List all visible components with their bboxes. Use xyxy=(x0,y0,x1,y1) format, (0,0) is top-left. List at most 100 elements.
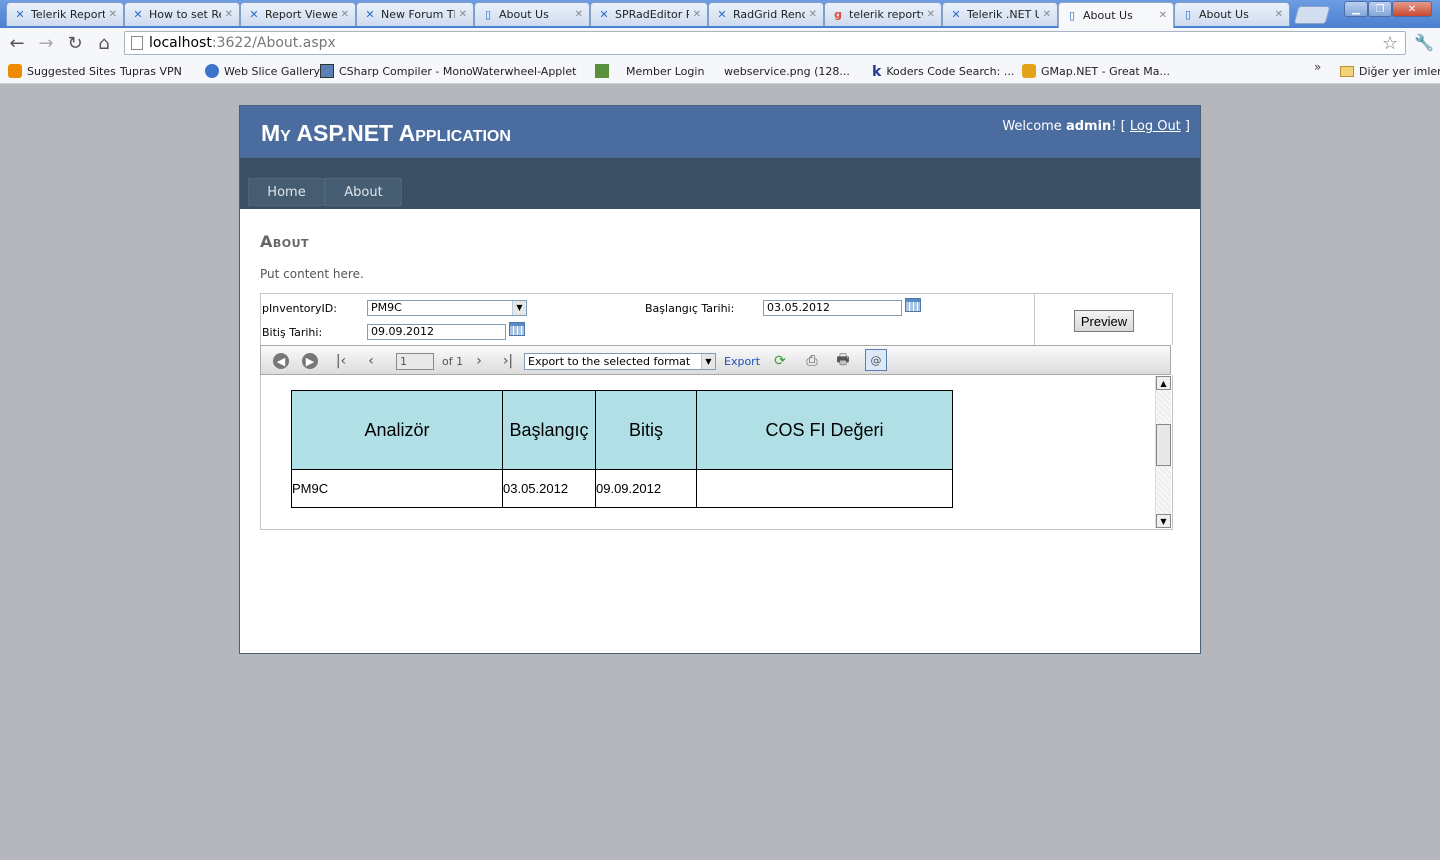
menu-item-home[interactable]: Home xyxy=(248,178,325,206)
parameters-divider xyxy=(1034,294,1035,346)
other-bookmarks[interactable]: Diğer yer imleri xyxy=(1340,63,1440,79)
export-link[interactable]: Export xyxy=(724,355,760,368)
start-date-label: Başlangıç Tarihi: xyxy=(645,302,735,315)
bookmark-item[interactable]: Tupras VPN xyxy=(120,63,370,182)
back-icon[interactable]: ◀ xyxy=(273,353,289,369)
close-icon[interactable]: ✕ xyxy=(693,9,701,20)
compiler-icon xyxy=(320,64,334,78)
koders-icon: k xyxy=(872,64,882,80)
browser-tab[interactable]: ✕ Report Viewer ✕ xyxy=(240,2,356,26)
main-menu: Home About xyxy=(240,158,1200,209)
table-cell: PM9C xyxy=(291,469,503,508)
bookmark-item[interactable] xyxy=(595,63,614,79)
start-date-input[interactable]: 03.05.2012 xyxy=(763,300,902,316)
bookmark-item[interactable]: Web Slice Gallery xyxy=(205,63,320,79)
calendar-icon[interactable] xyxy=(905,298,921,312)
address-bar[interactable]: localhost:3622/About.aspx xyxy=(124,31,1406,55)
calendar-icon[interactable] xyxy=(509,322,525,336)
bookmark-item[interactable]: k Koders Code Search: ... xyxy=(872,63,1014,80)
bookmarks-bar: Suggested Sites Tupras VPN Web Slice Gal… xyxy=(0,58,1440,182)
next-page-icon[interactable]: › xyxy=(470,352,488,370)
report-parameters: pInventoryID: PM9C ▼ Başlangıç Tarihi: 0… xyxy=(260,293,1173,346)
close-icon[interactable]: ✕ xyxy=(341,9,349,20)
preview-button[interactable]: Preview xyxy=(1074,310,1134,332)
column-header: COS FI Değeri xyxy=(696,390,953,470)
print-preview-icon[interactable]: ⎙ xyxy=(803,352,821,370)
close-icon[interactable]: ✕ xyxy=(109,9,117,20)
browser-tab[interactable]: ▯ About Us ✕ xyxy=(1174,2,1290,26)
bookmark-item[interactable]: GMap.NET - Great Ma... xyxy=(1022,63,1170,79)
table-cell: 03.05.2012 xyxy=(502,469,596,508)
close-window-button[interactable]: ✕ xyxy=(1392,1,1432,17)
close-icon[interactable]: ✕ xyxy=(809,9,817,20)
column-header: Bitiş xyxy=(595,390,697,470)
forward-icon[interactable]: → xyxy=(35,32,57,54)
telerik-icon: ✕ xyxy=(599,8,609,21)
browser-tab[interactable]: ✕ How to set Re ✕ xyxy=(124,2,240,26)
scroll-up-icon[interactable]: ▲ xyxy=(1156,376,1171,390)
browser-tab-active[interactable]: ▯ About Us ✕ xyxy=(1058,2,1174,28)
export-format-select[interactable]: Export to the selected format ▼ xyxy=(524,353,716,370)
bookmark-item[interactable]: webservice.png (128... xyxy=(724,63,974,182)
telerik-icon: ✕ xyxy=(133,8,143,21)
chevron-down-icon[interactable]: ▼ xyxy=(701,354,715,369)
ie-icon xyxy=(205,64,219,78)
browser-tab[interactable]: g telerik reportv ✕ xyxy=(824,2,942,26)
bookmark-item[interactable]: Waterwheel-Applet xyxy=(472,63,722,182)
bookmark-item[interactable]: CSharp Compiler - Mono xyxy=(320,63,473,79)
bookmark-item[interactable]: Member Login xyxy=(626,63,876,182)
minimize-button[interactable]: ▁ xyxy=(1344,1,1368,17)
view-mode-icon[interactable]: @ xyxy=(865,349,887,371)
close-icon[interactable]: ✕ xyxy=(459,9,467,20)
close-icon[interactable]: ✕ xyxy=(1159,10,1167,21)
bookmark-item[interactable]: Suggested Sites xyxy=(8,63,116,79)
browser-tabstrip: ✕ Telerik Report ✕ ✕ How to set Re ✕ ✕ Report… xyxy=(0,0,1440,28)
browser-tab[interactable]: ✕ Telerik Report ✕ xyxy=(6,2,124,26)
page-number-input[interactable]: 1 xyxy=(396,353,434,370)
column-header: Başlangıç xyxy=(502,390,596,470)
column-header: Analizör xyxy=(291,390,503,470)
new-tab-button[interactable] xyxy=(1293,6,1331,24)
close-icon[interactable]: ✕ xyxy=(1043,9,1051,20)
browser-tab[interactable]: ✕ New Forum Th ✕ xyxy=(356,2,474,26)
scroll-down-icon[interactable]: ▼ xyxy=(1156,514,1171,528)
scroll-thumb[interactable] xyxy=(1156,424,1171,466)
end-date-label: Bitiş Tarihi: xyxy=(262,326,323,339)
chevron-down-icon[interactable]: ▼ xyxy=(512,301,526,315)
bookmark-star-icon[interactable]: ☆ xyxy=(1382,33,1398,54)
chevron-right-icon[interactable]: » xyxy=(1314,60,1321,74)
close-icon[interactable]: ✕ xyxy=(575,9,583,20)
previous-page-icon[interactable]: ‹ xyxy=(362,352,380,370)
folder-icon xyxy=(1340,65,1354,77)
browser-tab[interactable]: ✕ RadGrid Rend ✕ xyxy=(708,2,824,26)
intro-text: Put content here. xyxy=(260,267,364,281)
page-title: About xyxy=(260,232,310,251)
inventory-combobox[interactable]: PM9C ▼ xyxy=(367,300,527,316)
end-date-input[interactable]: 09.09.2012 xyxy=(367,324,506,340)
back-icon[interactable]: ← xyxy=(6,32,28,54)
logout-link[interactable]: Log Out xyxy=(1130,119,1181,134)
refresh-icon[interactable]: ⟳ xyxy=(771,352,789,370)
reload-icon[interactable]: ↻ xyxy=(64,32,86,54)
close-icon[interactable]: ✕ xyxy=(225,9,233,20)
home-icon[interactable]: ⌂ xyxy=(93,32,115,54)
browser-tab[interactable]: ✕ Telerik .NET U ✕ xyxy=(942,2,1058,26)
first-page-icon[interactable]: |‹ xyxy=(332,352,350,370)
wrench-icon[interactable]: 🔧 xyxy=(1414,33,1434,52)
table-cell xyxy=(696,469,953,508)
suggested-sites-icon xyxy=(8,64,22,78)
leaf-icon xyxy=(595,64,609,78)
telerik-icon: ✕ xyxy=(249,8,259,21)
menu-item-about[interactable]: About xyxy=(325,178,402,206)
forward-icon[interactable]: ▶ xyxy=(302,353,318,369)
browser-tab[interactable]: ✕ SPRadEditor R ✕ xyxy=(590,2,708,26)
close-icon[interactable]: ✕ xyxy=(927,9,935,20)
report-scrollbar[interactable]: ▲ ▼ xyxy=(1155,376,1171,528)
print-icon[interactable]: 🖶 xyxy=(834,352,852,370)
page-icon: ▯ xyxy=(1068,9,1076,22)
close-icon[interactable]: ✕ xyxy=(1275,9,1283,20)
browser-tab[interactable]: ▯ About Us ✕ xyxy=(474,2,590,26)
last-page-icon[interactable]: ›| xyxy=(499,352,517,370)
telerik-icon: ✕ xyxy=(717,8,727,21)
maximize-button[interactable]: ❐ xyxy=(1368,1,1392,17)
